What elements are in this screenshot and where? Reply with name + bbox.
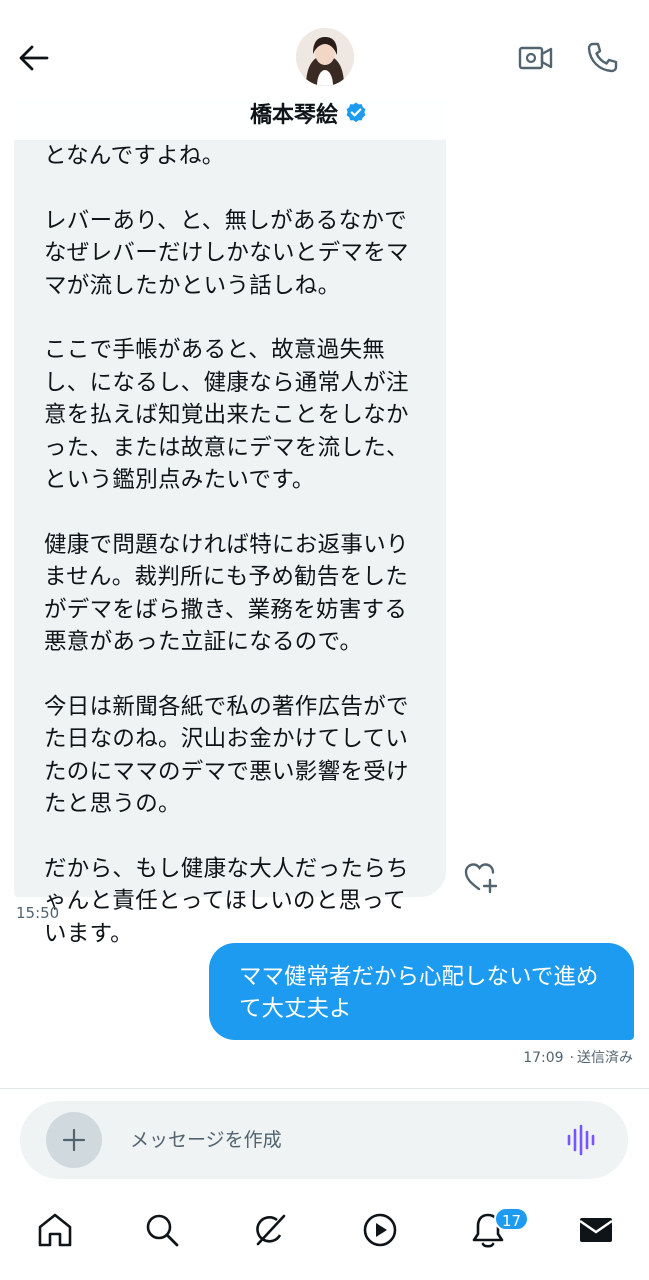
verified-badge-icon — [346, 102, 366, 123]
outgoing-timestamp: 17:09 — [523, 1050, 564, 1066]
voice-wave-icon[interactable] — [565, 1123, 599, 1157]
back-arrow-icon[interactable] — [16, 40, 52, 76]
delivery-status: 送信済み — [577, 1050, 633, 1066]
message-paragraph: レバーあり、と、無しがあるなかで なぜレバーだけしかないとデマをマ マが流したか… — [44, 207, 409, 299]
message-paragraph: 健康で問題なければ特にお返事いり ません。裁判所にも予め勧告をした がデマをばら… — [44, 531, 409, 656]
message-input[interactable] — [130, 1121, 550, 1159]
message-paragraph: だから、もし健康な大人だったらち ゃんと責任とってほしいのと思って います。 — [44, 855, 409, 947]
add-attachment-button[interactable] — [46, 1112, 102, 1168]
phone-icon[interactable] — [584, 40, 620, 76]
conversation-area[interactable]: となんですよね。 レバーあり、と、無しがあるなかで なぜレバーだけしかないとデマ… — [0, 0, 649, 1088]
avatar[interactable] — [296, 28, 354, 86]
grok-icon[interactable] — [250, 1210, 290, 1250]
message-paragraph: となんですよね。 — [44, 143, 225, 169]
plus-icon — [62, 1128, 86, 1152]
contact-name: 橋本琴絵 — [250, 103, 339, 128]
home-icon[interactable] — [35, 1210, 75, 1250]
incoming-timestamp: 15:50 — [16, 904, 60, 922]
contact-name-row[interactable]: 橋本琴絵 — [250, 97, 368, 129]
message-paragraph: ここで手帳があると、故意過失無 し、になるし、健康なら通常人が注 意を払えば知覚… — [44, 337, 409, 493]
outgoing-message-bubble[interactable]: ママ健常者だから心配しないで進め て大丈夫よ — [209, 943, 634, 1040]
search-icon[interactable] — [142, 1210, 182, 1250]
conversation-header: 橋本琴絵 — [0, 0, 474, 140]
notifications-badge: 17 — [494, 1207, 530, 1231]
mail-icon[interactable] — [576, 1210, 616, 1250]
bottom-navigation — [0, 1196, 649, 1280]
video-call-icon[interactable] — [517, 40, 555, 76]
incoming-message-bubble[interactable]: となんですよね。 レバーあり、と、無しがあるなかで なぜレバーだけしかないとデマ… — [14, 100, 446, 947]
message-composer — [20, 1101, 628, 1179]
outgoing-message-text: ママ健常者だから心配しないで進め て大丈夫よ — [239, 964, 599, 1022]
play-icon[interactable] — [360, 1210, 400, 1250]
heart-plus-icon[interactable] — [462, 860, 498, 894]
outgoing-meta: 17:09 · 送信済み — [523, 1050, 633, 1066]
message-paragraph: 今日は新聞各紙で私の著作広告がで た日なのね。沢山お金かけてしてい たのにママの… — [44, 693, 409, 818]
header-actions — [474, 0, 649, 120]
composer-divider — [0, 1088, 649, 1089]
